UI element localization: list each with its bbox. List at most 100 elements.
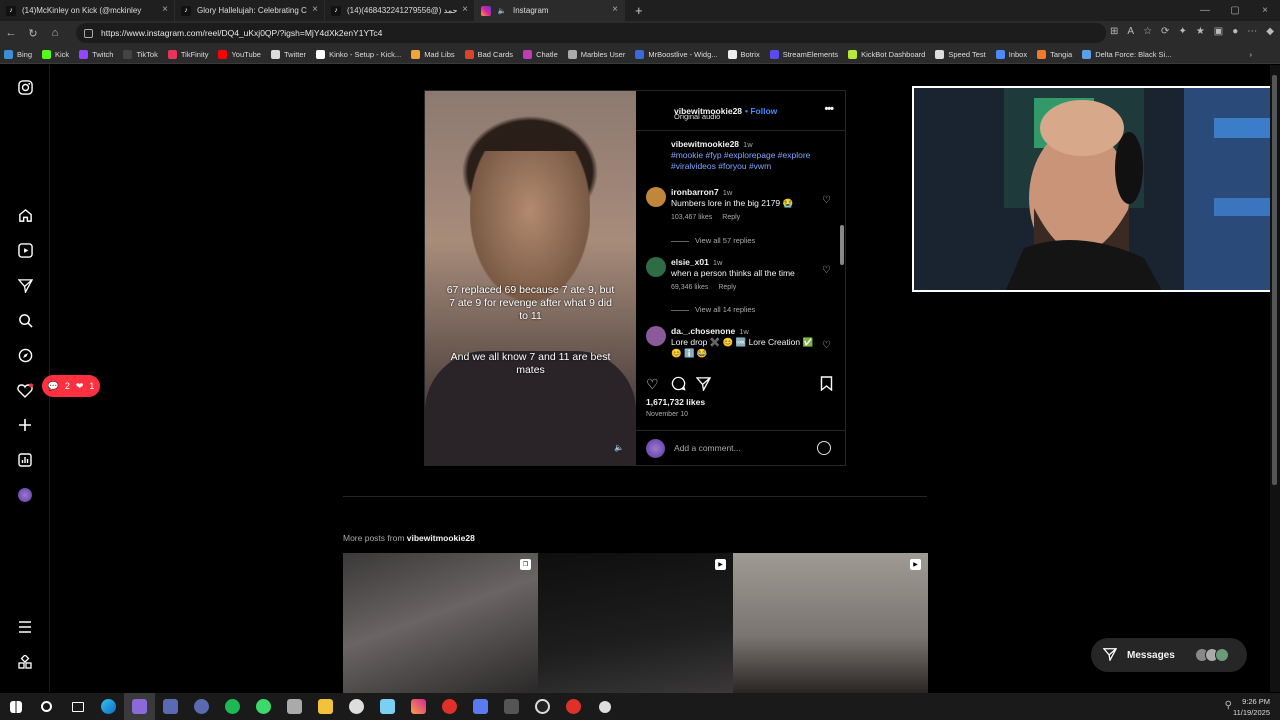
app-icon[interactable]: [248, 693, 279, 720]
direct-send-icon[interactable]: [17, 277, 33, 293]
reel-video[interactable]: 67 replaced 69 because 7 ate 9, but 7 at…: [425, 91, 636, 465]
page-scrollbar[interactable]: [1270, 65, 1280, 692]
commenter-avatar[interactable]: [646, 187, 666, 207]
bookmark-item[interactable]: Speed Test: [935, 49, 986, 59]
commenter-avatar[interactable]: [646, 326, 666, 346]
bookmark-item[interactable]: TikTok: [123, 49, 158, 59]
close-window-icon[interactable]: ×: [1250, 0, 1280, 21]
app-icon[interactable]: [341, 693, 372, 720]
collections-icon[interactable]: ▣: [1214, 26, 1223, 37]
post-thumbnail[interactable]: ▶: [733, 553, 928, 693]
view-replies-link[interactable]: View all 14 replies: [671, 305, 755, 314]
app-icon[interactable]: [186, 693, 217, 720]
bookmark-item[interactable]: Chatle: [523, 49, 558, 59]
comment-likes[interactable]: 69,346 likes: [671, 284, 708, 291]
post-thumbnail[interactable]: ▶: [538, 553, 733, 693]
comment-icon[interactable]: [671, 376, 687, 392]
bookmark-item[interactable]: Kinko - Setup - Kick...: [316, 49, 401, 59]
like-heart-icon[interactable]: ♡: [822, 265, 831, 276]
more-options-icon[interactable]: •••: [824, 103, 834, 115]
speaker-icon[interactable]: 🔈: [614, 443, 626, 455]
bookmark-item[interactable]: Marbles User: [567, 49, 625, 59]
app-icon[interactable]: [403, 693, 434, 720]
caption-hashtags[interactable]: #mookie #fyp #explorepage #explore #vira…: [671, 150, 810, 171]
apps-icon[interactable]: ⊞: [1110, 26, 1118, 37]
caption-username[interactable]: vibewitmookie28: [671, 139, 739, 149]
obs-icon[interactable]: [527, 693, 558, 720]
close-icon[interactable]: ×: [162, 4, 168, 15]
reply-button[interactable]: Reply: [722, 214, 740, 221]
search-icon[interactable]: [17, 312, 33, 328]
share-send-icon[interactable]: [695, 376, 712, 393]
copilot-icon[interactable]: ◆: [1266, 26, 1274, 37]
scroll-thumb[interactable]: [1272, 75, 1277, 485]
profile-avatar-icon[interactable]: [17, 487, 33, 503]
bookmark-item[interactable]: Kick: [42, 49, 69, 59]
more-icon[interactable]: ⋯: [1247, 26, 1257, 37]
explore-compass-icon[interactable]: [17, 347, 33, 363]
bookmark-item[interactable]: StreamElements: [769, 49, 838, 59]
network-icon[interactable]: ⚲: [1225, 700, 1232, 711]
tab-3[interactable]: ♪ (14)راد احمد (@468432241279556) ×: [325, 0, 475, 21]
notifications-heart-icon[interactable]: [17, 382, 33, 398]
app-icon[interactable]: [155, 693, 186, 720]
like-heart-icon[interactable]: ♡: [646, 376, 662, 392]
bookmark-item[interactable]: Twitter: [270, 49, 306, 59]
comments-scrollbar[interactable]: [839, 173, 845, 367]
more-posts-username[interactable]: vibewitmookie28: [407, 533, 475, 543]
audio-label[interactable]: Original audio: [674, 112, 720, 121]
also-from-meta-icon[interactable]: [17, 654, 33, 670]
task-view-icon[interactable]: [62, 693, 93, 720]
file-explorer-icon[interactable]: [310, 693, 341, 720]
bookmark-item[interactable]: Tangia: [1037, 49, 1072, 59]
app-icon[interactable]: [465, 693, 496, 720]
scroll-thumb[interactable]: [840, 225, 844, 265]
back-icon[interactable]: ←: [0, 27, 22, 39]
close-icon[interactable]: ×: [312, 4, 318, 15]
bookmark-item[interactable]: Bing: [4, 49, 32, 59]
app-icon[interactable]: [558, 693, 589, 720]
instagram-logo-icon[interactable]: [17, 79, 33, 95]
tab-1[interactable]: ♪ (14)McKinley on Kick (@mckinley ×: [0, 0, 175, 21]
app-icon[interactable]: [372, 693, 403, 720]
chevron-right-icon[interactable]: ›: [1250, 50, 1253, 59]
spotify-icon[interactable]: [217, 693, 248, 720]
bookmark-item[interactable]: Botrix: [727, 49, 760, 59]
maximize-icon[interactable]: ▢: [1220, 0, 1250, 21]
commenter-avatar[interactable]: [646, 257, 666, 277]
app-icon[interactable]: [496, 693, 527, 720]
bookmark-item[interactable]: Inbox: [995, 49, 1027, 59]
comment-username[interactable]: elsie_x01: [671, 257, 709, 267]
bookmark-item[interactable]: Mad Libs: [411, 49, 455, 59]
bookmark-item[interactable]: KickBot Dashboard: [848, 49, 925, 59]
messages-button[interactable]: Messages: [1091, 638, 1247, 672]
save-bookmark-icon[interactable]: [820, 376, 836, 392]
comment-username[interactable]: ironbarron7: [671, 187, 719, 197]
app-icon[interactable]: [434, 693, 465, 720]
minimize-icon[interactable]: —: [1190, 0, 1220, 21]
system-clock[interactable]: 9:26 PM 11/19/2025: [1233, 696, 1270, 718]
bookmark-item[interactable]: TikFinity: [167, 49, 208, 59]
close-icon[interactable]: ×: [462, 4, 468, 15]
read-aloud-icon[interactable]: A: [1127, 26, 1134, 37]
reply-button[interactable]: Reply: [718, 284, 736, 291]
notification-badge[interactable]: 💬 2 ❤ 1: [42, 375, 100, 397]
home-icon[interactable]: [17, 207, 33, 223]
edge-icon[interactable]: [93, 693, 124, 720]
like-count[interactable]: 1,671,732 likes: [646, 397, 705, 407]
favorite-star-icon[interactable]: ☆: [1143, 26, 1152, 37]
dashboard-icon[interactable]: [17, 452, 33, 468]
refresh-icon[interactable]: ⟳: [1161, 26, 1169, 37]
menu-hamburger-icon[interactable]: [17, 619, 33, 635]
post-thumbnail[interactable]: ❐: [343, 553, 538, 693]
bookmark-item[interactable]: Twitch: [79, 49, 113, 59]
tab-instagram[interactable]: 🔈 Instagram ×: [475, 0, 625, 21]
reels-icon[interactable]: [17, 242, 33, 258]
search-icon[interactable]: [31, 693, 62, 720]
tab-2[interactable]: ♪ Glory Hallelujah: Celebrating Can ×: [175, 0, 325, 21]
comment-input[interactable]: Add a comment...: [674, 443, 741, 453]
view-replies-link[interactable]: View all 57 replies: [671, 236, 755, 245]
follow-button[interactable]: • Follow: [745, 106, 777, 116]
bookmark-item[interactable]: Bad Cards: [464, 49, 513, 59]
bookmark-item[interactable]: MrBoostlive - Widg...: [635, 49, 718, 59]
